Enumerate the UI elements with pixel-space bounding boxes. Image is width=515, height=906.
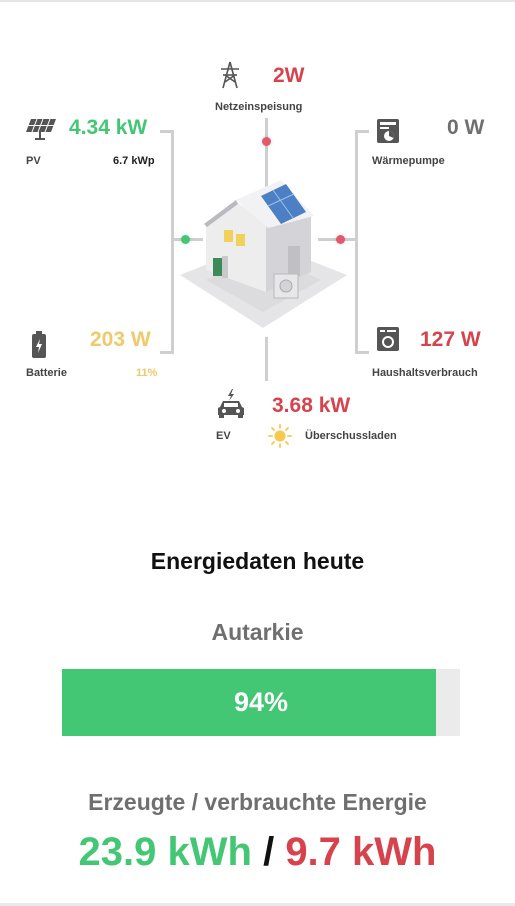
today-title: Energiedaten heute xyxy=(150,548,365,574)
solar-panel-icon xyxy=(26,118,56,140)
right-connector-top xyxy=(355,130,369,133)
battery-icon xyxy=(32,331,46,358)
pv-label: PV xyxy=(26,155,41,167)
consumed-energy: 9.7 kWh xyxy=(285,830,437,874)
autarky-bar: 94% xyxy=(62,669,460,736)
ev-label: EV xyxy=(216,430,231,442)
pv-connector-top xyxy=(160,130,174,133)
pv-connector-bottom xyxy=(160,351,174,354)
washing-machine-icon xyxy=(377,327,399,351)
ev-charge-mode: Überschussladen xyxy=(305,430,397,442)
ev-connector-line xyxy=(265,337,268,381)
right-connector-line xyxy=(355,130,358,353)
autarky-value: 94% xyxy=(233,687,289,717)
top-divider xyxy=(0,0,515,2)
grid-value: 2W xyxy=(273,64,305,87)
energy-summary: 23.9 kWh / 9.7 kWh xyxy=(0,830,515,875)
produced-energy: 23.9 kWh xyxy=(78,830,252,874)
heatpump-label: Wärmepumpe xyxy=(372,155,445,167)
energy-separator: / xyxy=(263,830,275,874)
pv-connector-line xyxy=(171,130,174,353)
autarky-label: Autarkie xyxy=(211,619,304,645)
household-label: Haushaltsverbrauch xyxy=(372,367,478,379)
battery-label: Batterie xyxy=(26,367,67,379)
battery-value: 203 W xyxy=(90,328,151,351)
car-icon xyxy=(218,389,244,418)
heatpump-value: 0 W xyxy=(447,116,485,139)
energy-title: Erzeugte / verbrauchte Energie xyxy=(88,789,427,815)
sun-icon xyxy=(268,424,292,448)
battery-soc: 11% xyxy=(136,367,158,379)
heat-pump-icon xyxy=(377,119,399,143)
ev-value: 3.68 kW xyxy=(272,394,351,417)
pv-peak-label: 6.7 kWp xyxy=(113,155,155,167)
pv-value: 4.34 kW xyxy=(69,116,148,139)
house-illustration xyxy=(180,180,347,328)
grid-flow-dot xyxy=(262,137,271,146)
household-value: 127 W xyxy=(420,328,481,351)
power-tower-icon xyxy=(221,61,239,89)
right-connector-bottom xyxy=(355,351,369,354)
grid-label: Netzeinspeisung xyxy=(215,101,303,113)
